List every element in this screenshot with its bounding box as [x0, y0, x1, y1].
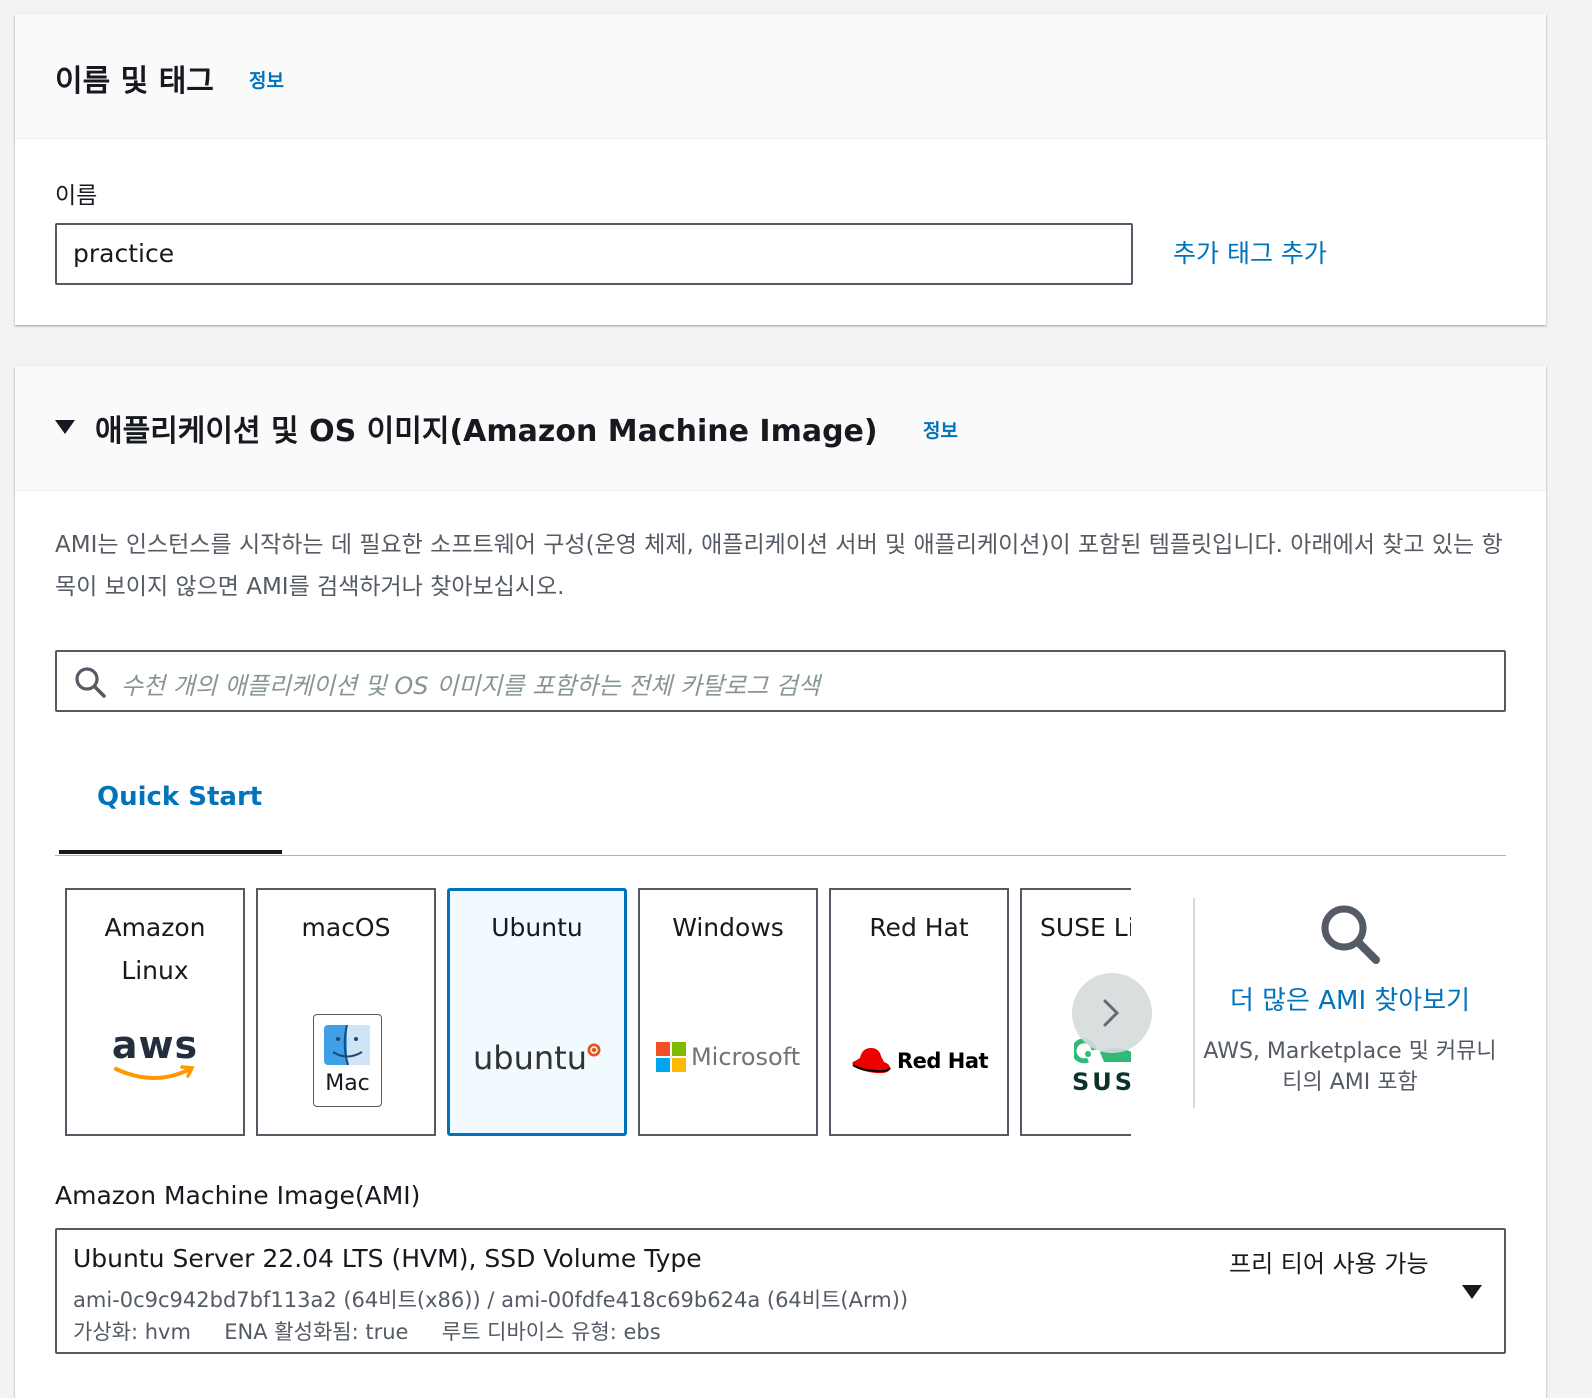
tab-divider	[55, 855, 1506, 856]
ami-description: AMI는 인스턴스를 시작하는 데 필요한 소프트웨어 구성(운영 체제, 애플…	[55, 532, 1503, 600]
os-tile-label: Red Hat	[869, 913, 969, 942]
os-tile-windows[interactable]: Windows Microsoft	[638, 888, 818, 1136]
free-tier-badge: 프리 티어 사용 가능	[1229, 1250, 1429, 1278]
ami-search-input[interactable]: 수천 개의 애플리케이션 및 OS 이미지를 포함하는 전체 카탈로그 검색	[55, 650, 1506, 712]
name-and-tags-title: 이름 및 태그	[55, 64, 214, 99]
browse-more-subtitle: AWS, Marketplace 및 커뮤니티의 AMI 포함	[1203, 1039, 1497, 1095]
os-tile-red-hat[interactable]: Red Hat Red Hat	[829, 888, 1009, 1136]
add-additional-tags-link[interactable]: 추가 태그 추가	[1173, 234, 1327, 270]
name-and-tags-panel: 이름 및 태그 정보 이름 practice 추가 태그 추가	[15, 14, 1546, 325]
dropdown-caret-icon	[1462, 1285, 1482, 1299]
mac-finder-icon: Mac	[313, 1014, 382, 1107]
browse-search-icon[interactable]	[1318, 902, 1382, 966]
ami-select-label: Amazon Machine Image(AMI)	[55, 1181, 421, 1210]
carousel-next-button[interactable]	[1072, 973, 1152, 1053]
browse-more-amis-link[interactable]: 더 많은 AMI 찾아보기	[1195, 980, 1505, 1017]
ami-header: 애플리케이션 및 OS 이미지(Amazon Machine Image) 정보	[15, 366, 1546, 491]
os-tile-label: macOS	[301, 913, 391, 942]
name-input[interactable]: practice	[55, 223, 1133, 285]
ami-meta: 가상화: hvm ENA 활성화됨: true 루트 디바이스 유형: ebs	[73, 1320, 661, 1344]
os-tile-label: Windows	[672, 913, 784, 942]
ami-section-title[interactable]: 애플리케이션 및 OS 이미지(Amazon Machine Image)	[95, 406, 878, 450]
ami-ids: ami-0c9c942bd7bf113a2 (64비트(x86)) / ami-…	[73, 1288, 909, 1312]
tab-quick-start[interactable]: Quick Start	[97, 782, 262, 812]
search-placeholder: 수천 개의 애플리케이션 및 OS 이미지를 포함하는 전체 카탈로그 검색	[121, 672, 820, 700]
os-tile-label: SUSE Li	[1040, 913, 1131, 942]
os-tile-ubuntu[interactable]: Ubuntu ubuntu	[447, 888, 627, 1136]
os-tile-label: Amazon Linux	[104, 913, 206, 985]
redhat-logo-icon: Red Hat	[831, 1046, 1007, 1076]
ami-info-link[interactable]: 정보	[923, 416, 958, 443]
name-label: 이름	[55, 183, 98, 209]
ami-panel: 애플리케이션 및 OS 이미지(Amazon Machine Image) 정보…	[15, 366, 1546, 1398]
os-tile-amazon-linux[interactable]: Amazon Linux aws	[65, 888, 245, 1136]
os-tiles-carousel: Amazon Linux aws macOS Mac Ubuntu ubuntu…	[65, 888, 1131, 1136]
os-tile-label: Ubuntu	[491, 913, 583, 942]
name-info-link[interactable]: 정보	[249, 66, 284, 93]
os-tile-macos[interactable]: macOS Mac	[256, 888, 436, 1136]
collapse-caret-icon[interactable]	[55, 420, 75, 434]
ami-name: Ubuntu Server 22.04 LTS (HVM), SSD Volum…	[73, 1244, 702, 1273]
chevron-right-icon	[1103, 999, 1120, 1027]
ubuntu-logo-icon: ubuntu	[450, 1039, 624, 1077]
ami-select[interactable]: Ubuntu Server 22.04 LTS (HVM), SSD Volum…	[55, 1228, 1506, 1354]
microsoft-logo-icon: Microsoft	[640, 1042, 816, 1072]
name-and-tags-header: 이름 및 태그 정보	[15, 14, 1546, 139]
tab-active-indicator	[59, 850, 282, 854]
search-icon	[75, 667, 106, 698]
aws-logo-icon: aws	[67, 1023, 243, 1083]
